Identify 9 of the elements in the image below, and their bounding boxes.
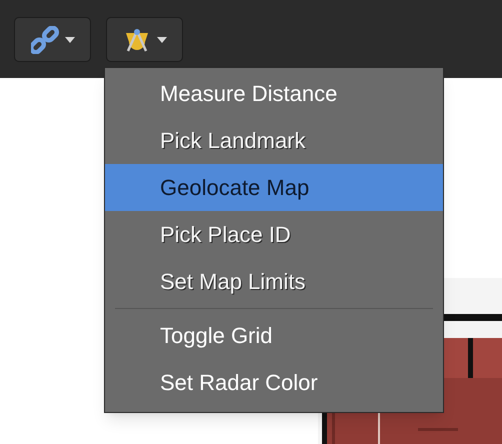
menu-item[interactable]: Geolocate Map bbox=[105, 164, 443, 211]
menu-item[interactable]: Toggle Grid bbox=[105, 312, 443, 359]
toolbar-button[interactable] bbox=[106, 17, 183, 62]
menu-item[interactable]: Set Radar Color bbox=[105, 359, 443, 406]
caret-icon bbox=[64, 36, 74, 42]
toolbar-button[interactable] bbox=[14, 17, 91, 62]
caret-icon bbox=[156, 36, 166, 42]
menu-item[interactable]: Measure Distance bbox=[105, 70, 443, 117]
chain-link-icon bbox=[30, 26, 58, 54]
